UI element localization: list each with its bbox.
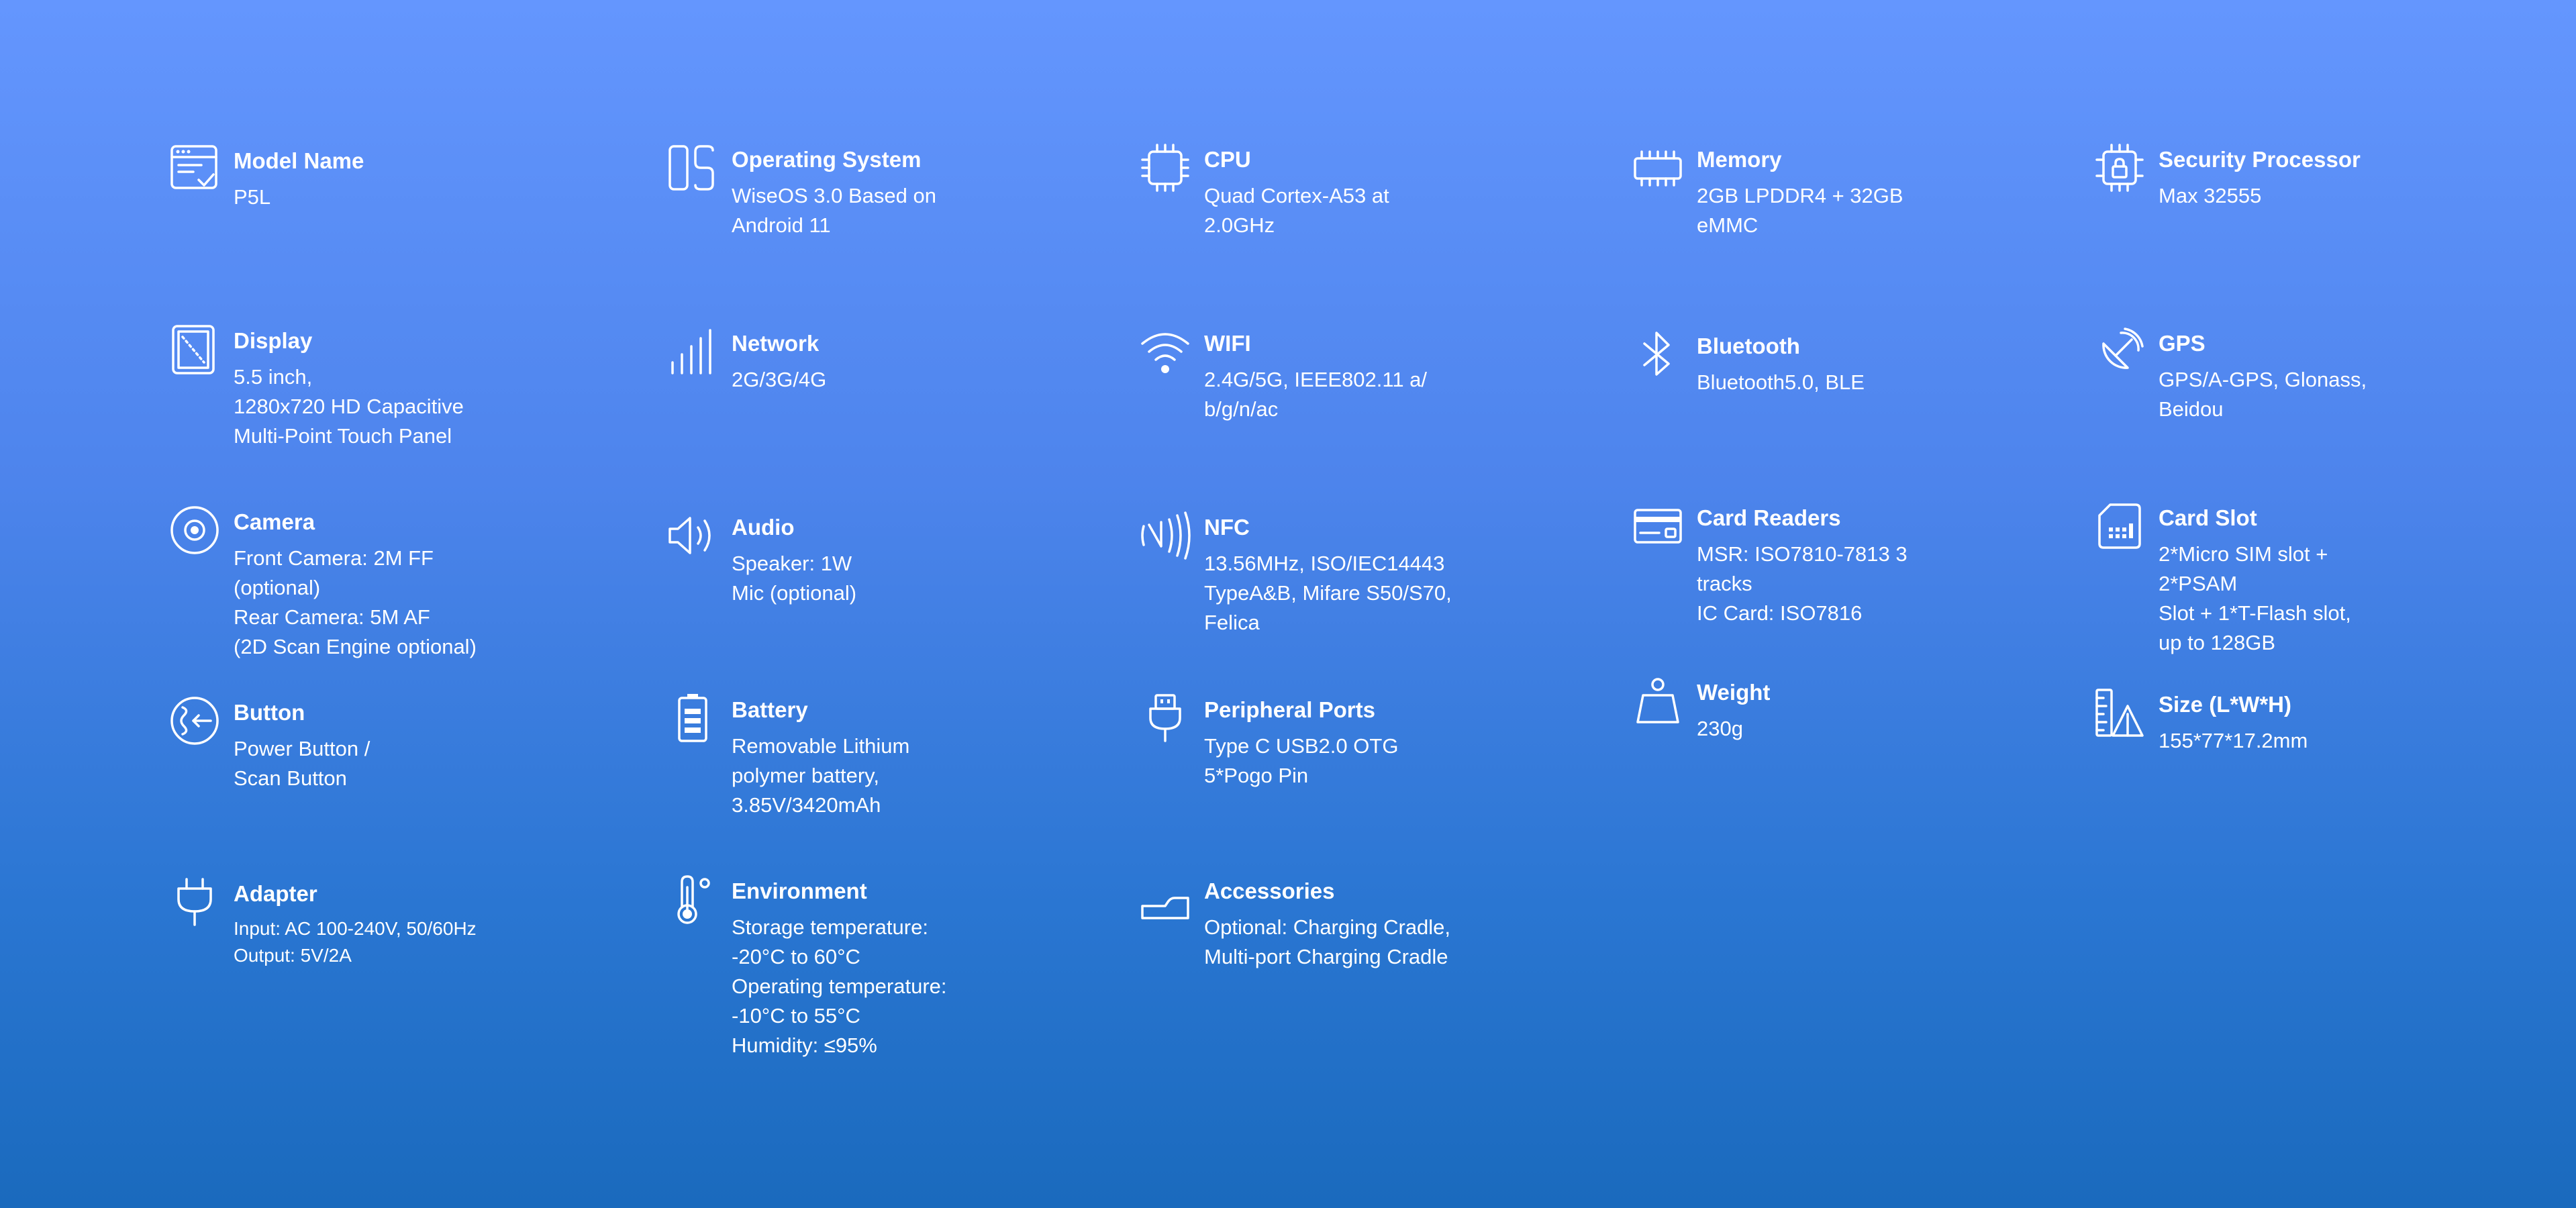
spec-value-line: 5*Pogo Pin [1204,764,1309,787]
spec-value-line: Scan Button [234,766,347,790]
spec-value-line: GPS/A-GPS, Glonass, [2159,368,2367,391]
spec-value-line: Multi-port Charging Cradle [1204,945,1448,968]
spec-value-line: 2*PSAM [2159,572,2238,595]
display-icon [169,323,220,374]
spec-value-line: Speaker: 1W [732,552,852,575]
spec-value-line: 3.85V/3420mAh [732,793,881,817]
lock-chip-icon [2094,142,2145,193]
spec-value-line: P5L [234,185,271,209]
cradle-icon [1140,874,1191,925]
signal-bars-icon [667,326,718,377]
spec-label: Security Processor [2159,147,2361,172]
spec-value-line: Operating temperature: [732,974,947,998]
bluetooth-icon [1632,329,1683,380]
spec-value-line: up to 128GB [2159,631,2276,654]
spec-value-line: Android 11 [732,213,831,237]
thermometer-icon [667,874,718,925]
spec-value-line: 2.4G/5G, IEEE802.11 a/ [1204,368,1428,391]
spec-label: Bluetooth [1697,334,1800,358]
spec-label: NFC [1204,515,1250,540]
spec-value-line: Mic (optional) [732,581,857,605]
spec-label: Network [732,331,820,356]
spec-label: Size (L*W*H) [2159,692,2291,717]
spec-value-line: Bluetooth5.0, BLE [1697,370,1865,394]
spec-value-line: Quad Cortex-A53 at [1204,184,1389,207]
spec-label: Card Readers [1697,505,1841,530]
spec-label: Operating System [732,147,922,172]
spec-label: WIFI [1204,331,1251,356]
spec-value-line: Humidity: ≤95% [732,1034,877,1057]
spec-label: Button [234,700,305,725]
spec-value-line: -20°C to 60°C [732,945,860,968]
spec-value-line: polymer battery, [732,764,879,787]
spec-value-line: TypeA&B, Mifare S50/S70, [1204,581,1452,605]
spec-value-line: tracks [1697,572,1752,595]
spec-label: Peripheral Ports [1204,697,1375,722]
spec-value-line: WiseOS 3.0 Based on [732,184,936,207]
spec-value-line: Multi-Point Touch Panel [234,424,452,448]
spec-label: Accessories [1204,878,1335,903]
spec-value-line: 2G/3G/4G [732,368,827,391]
spec-label: Memory [1697,147,1782,172]
spec-value-line: 13.56MHz, ISO/IEC14443 [1204,552,1445,575]
spec-value-line: 2GB LPDDR4 + 32GB [1697,184,1903,207]
satellite-dish-icon [2094,326,2145,377]
spec-value-line: eMMC [1697,213,1758,237]
sim-card-icon [2094,501,2145,552]
speaker-icon [667,510,718,561]
spec-value-line: Beidou [2159,397,2224,421]
power-button-icon [169,695,220,746]
spec-value-line: Felica [1204,611,1260,634]
spec-value-line: Input: AC 100-240V, 50/60Hz [234,918,477,939]
spec-value-line: 1280x720 HD Capacitive [234,395,464,418]
spec-value-line: (2D Scan Engine optional) [234,635,477,658]
spec-label: Weight [1697,680,1771,705]
camera-lens-icon [169,505,220,556]
spec-value-line: 5.5 inch, [234,365,313,389]
spec-value-line: Rear Camera: 5M AF [234,605,430,629]
spec-value-line: Max 32555 [2159,184,2262,207]
os-icon [667,142,718,193]
spec-label: Audio [732,515,795,540]
spec-value-line: Removable Lithium [732,734,910,758]
ruler-triangle-icon [2094,687,2145,738]
spec-value-line: b/g/n/ac [1204,397,1279,421]
spec-value-line: Optional: Charging Cradle, [1204,915,1451,939]
spec-label: Camera [234,509,315,534]
spec-label: Adapter [234,881,317,906]
nfc-icon [1140,510,1191,561]
spec-value-line: Front Camera: 2M FF [234,546,434,570]
spec-value-line: 2.0GHz [1204,213,1275,237]
spec-label: Display [234,328,313,353]
spec-value-line: -10°C to 55°C [732,1004,860,1027]
spec-value-line: Output: 5V/2A [234,945,352,966]
spec-value-line: IC Card: ISO7816 [1697,601,1863,625]
usb-plug-icon [1140,693,1191,744]
spec-value-line: Storage temperature: [732,915,928,939]
spec-label: Card Slot [2159,505,2257,530]
power-plug-icon [169,876,220,927]
spec-value-line: (optional) [234,576,321,599]
spec-value-line: Power Button / [234,737,370,760]
weight-icon [1632,675,1683,726]
spec-value-line: Type C USB2.0 OTG [1204,734,1399,758]
memory-module-icon [1632,142,1683,193]
spec-value-line: Slot + 1*T-Flash slot, [2159,601,2351,625]
spec-label: Battery [732,697,808,722]
cpu-chip-icon [1140,142,1191,193]
spec-value-line: 230g [1697,717,1743,740]
window-check-icon [169,144,220,195]
spec-label: CPU [1204,147,1251,172]
spec-label: Environment [732,878,867,903]
spec-value-line: 2*Micro SIM slot + [2159,542,2328,566]
credit-card-icon [1632,501,1683,552]
battery-icon [667,693,718,744]
spec-label: Model Name [234,148,364,173]
spec-value-line: MSR: ISO7810-7813 3 [1697,542,1908,566]
spec-label: GPS [2159,331,2206,356]
spec-value-line: 155*77*17.2mm [2159,729,2308,752]
wifi-icon [1140,326,1191,377]
